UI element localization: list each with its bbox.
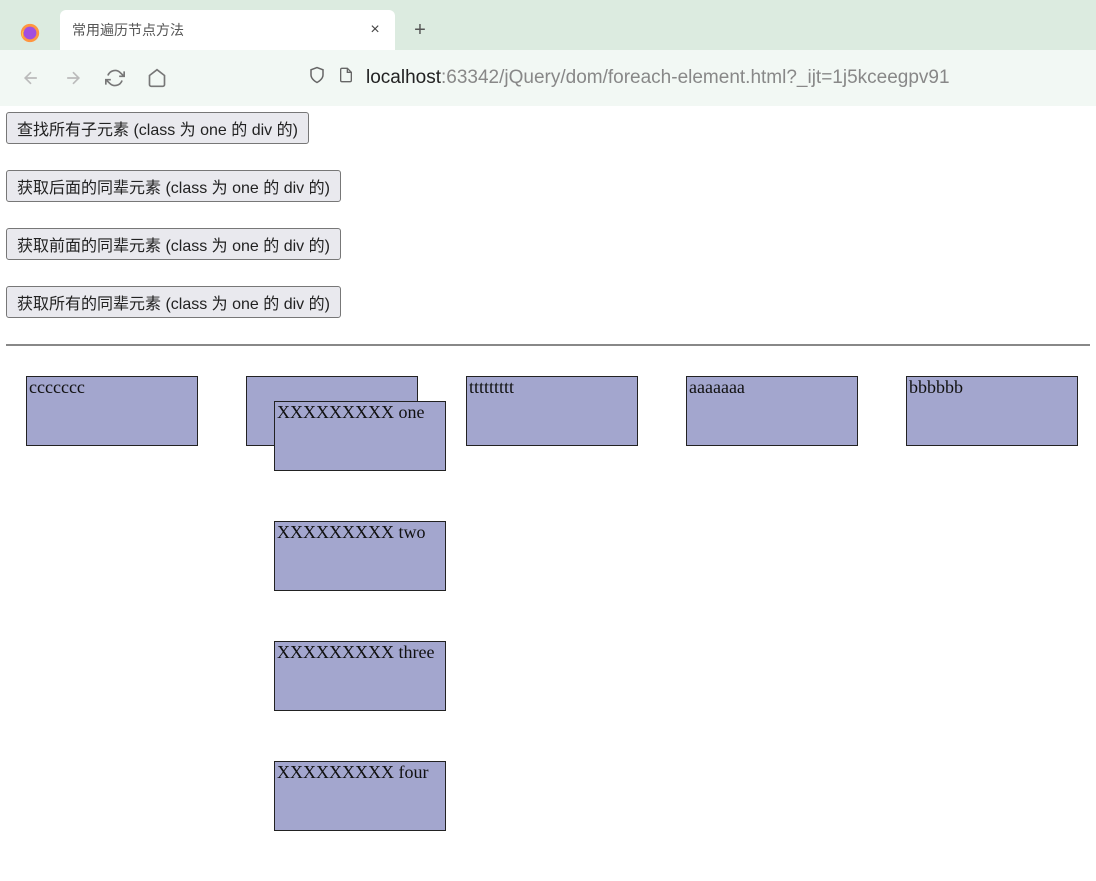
url-bar[interactable]: localhost:63342/jQuery/dom/foreach-eleme… xyxy=(308,66,1076,90)
forward-button[interactable] xyxy=(62,67,84,89)
box-bb: bbbbbb xyxy=(906,376,1078,446)
reload-button[interactable] xyxy=(104,67,126,89)
next-siblings-button[interactable]: 获取后面的同辈元素 (class 为 one 的 div 的) xyxy=(6,170,341,202)
button-row-3: 获取前面的同辈元素 (class 为 one 的 div 的) xyxy=(6,228,1090,260)
browser-tab[interactable]: 常用遍历节点方法 × xyxy=(60,10,395,50)
shield-icon xyxy=(308,66,326,90)
firefox-icon xyxy=(19,22,41,44)
find-children-button[interactable]: 查找所有子元素 (class 为 one 的 div 的) xyxy=(6,112,309,144)
boxes-row: ccccccc XXXXXXXXX one XXXXXXXXX two XXXX… xyxy=(6,364,1090,446)
button-row-1: 查找所有子元素 (class 为 one 的 div 的) xyxy=(6,112,1090,144)
prev-siblings-button[interactable]: 获取前面的同辈元素 (class 为 one 的 div 的) xyxy=(6,228,341,260)
home-button[interactable] xyxy=(146,67,168,89)
box-cc: ccccccc xyxy=(26,376,198,446)
tab-bar: 常用遍历节点方法 × + xyxy=(0,0,1096,50)
child-stack: XXXXXXXXX one XXXXXXXXX two XXXXXXXXX th… xyxy=(274,401,446,881)
url-path: :63342/jQuery/dom/foreach-element.html?_… xyxy=(441,67,950,88)
url-host: localhost xyxy=(366,67,441,88)
all-siblings-button[interactable]: 获取所有的同辈元素 (class 为 one 的 div 的) xyxy=(6,286,341,318)
tab-title: 常用遍历节点方法 xyxy=(72,20,367,40)
child-box-one: XXXXXXXXX one xyxy=(274,401,446,471)
browser-chrome: 常用遍历节点方法 × + localhost:63342/jQuery/d xyxy=(0,0,1096,106)
child-box-four: XXXXXXXXX four xyxy=(274,761,446,831)
divider xyxy=(6,344,1090,346)
button-row-2: 获取后面的同辈元素 (class 为 one 的 div 的) xyxy=(6,170,1090,202)
url-text: localhost:63342/jQuery/dom/foreach-eleme… xyxy=(366,67,950,89)
box-tt: ttttttttt xyxy=(466,376,638,446)
new-tab-button[interactable]: + xyxy=(405,15,435,45)
back-button[interactable] xyxy=(20,67,42,89)
button-row-4: 获取所有的同辈元素 (class 为 one 的 div 的) xyxy=(6,286,1090,318)
child-box-three: XXXXXXXXX three xyxy=(274,641,446,711)
box-parent-one: XXXXXXXXX one XXXXXXXXX two XXXXXXXXX th… xyxy=(246,376,418,446)
browser-toolbar: localhost:63342/jQuery/dom/foreach-eleme… xyxy=(0,50,1096,106)
firefox-logo-area xyxy=(0,22,60,44)
page-icon xyxy=(338,66,354,90)
child-box-two: XXXXXXXXX two xyxy=(274,521,446,591)
close-icon[interactable]: × xyxy=(367,22,383,38)
page-content: 查找所有子元素 (class 为 one 的 div 的) 获取后面的同辈元素 … xyxy=(0,106,1096,452)
box-aa: aaaaaaa xyxy=(686,376,858,446)
